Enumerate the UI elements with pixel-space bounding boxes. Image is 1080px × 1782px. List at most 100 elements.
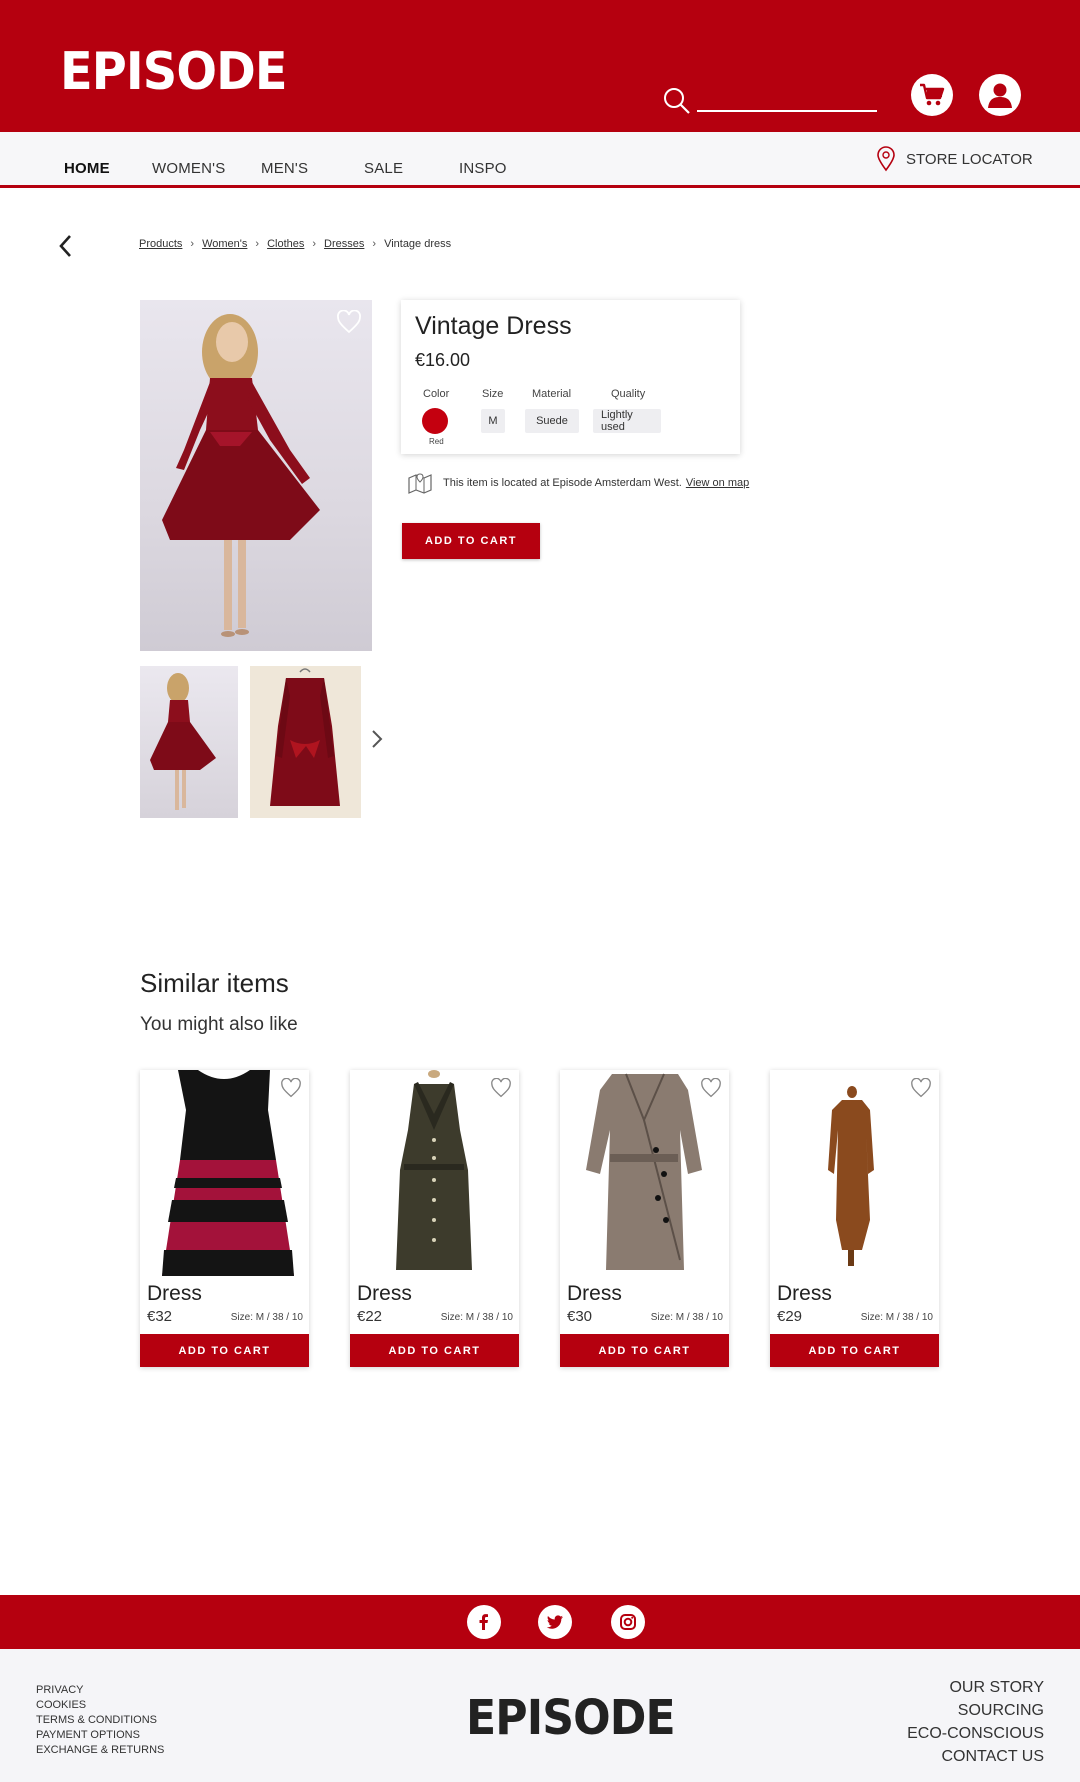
similar-item-price: €30 [567,1308,593,1325]
chevron-right-icon: › [190,238,195,250]
chevron-right-icon: › [372,238,377,250]
thumbnail-photo [270,668,340,806]
favorite-heart-icon[interactable] [280,1078,302,1098]
footer-link-privacy[interactable]: PRIVACY [36,1683,164,1698]
location-pin-icon [877,146,895,172]
breadcrumb-current: Vintage dress [384,238,452,250]
footer-legal-links: PRIVACY COOKIES TERMS & CONDITIONS PAYME… [36,1683,164,1758]
footer-link-contact[interactable]: CONTACT US [907,1745,1044,1768]
quality-label: Quality [611,388,646,400]
account-button[interactable] [979,74,1021,116]
product-main-image[interactable] [140,300,372,651]
similar-item-card[interactable]: Dress €32 Size: M / 38 / 10 ADD TO CART [140,1070,309,1367]
breadcrumb-womens[interactable]: Women's [202,238,247,250]
similar-item-name: Dress [777,1282,832,1305]
facebook-button[interactable] [467,1605,501,1639]
similar-item-card[interactable]: Dress €22 Size: M / 38 / 10 ADD TO CART [350,1070,519,1367]
nav-item-mens[interactable]: MEN'S [261,160,308,177]
favorite-heart-icon[interactable] [336,310,362,334]
footer-link-terms[interactable]: TERMS & CONDITIONS [36,1713,164,1728]
facebook-icon [479,1614,488,1630]
thumbnail-photo [150,673,216,810]
similar-item-size: Size: M / 38 / 10 [860,1312,933,1323]
similar-item-image[interactable] [140,1070,309,1276]
color-label: Color [423,388,450,400]
favorite-heart-icon[interactable] [490,1078,512,1098]
similar-item-price: €29 [777,1308,803,1325]
nav-item-womens[interactable]: WOMEN'S [152,160,225,177]
site-logo[interactable]: EPISODE [60,42,288,102]
footer-link-sourcing[interactable]: SOURCING [907,1699,1044,1722]
instagram-button[interactable] [611,1605,645,1639]
similar-add-to-cart-button[interactable]: ADD TO CART [770,1334,939,1367]
material-label: Material [532,388,572,400]
site-header: EPISODE [0,0,1080,132]
dress-photo [162,1070,294,1276]
search-input[interactable] [697,110,877,112]
search-icon[interactable] [662,86,692,116]
twitter-button[interactable] [538,1605,572,1639]
similar-item-name: Dress [147,1282,202,1305]
map-icon [408,473,432,494]
similar-item-size: Size: M / 38 / 10 [230,1312,303,1323]
add-to-cart-button[interactable]: ADD TO CART [402,523,540,559]
cart-icon [920,83,945,106]
store-locator-link[interactable]: STORE LOCATOR [876,146,1033,172]
footer-company-links: OUR STORY SOURCING ECO-CONSCIOUS CONTACT… [907,1676,1044,1768]
size-label: Size [482,388,504,400]
product-info-card: Vintage Dress €16.00 Color Size Material… [401,300,740,454]
footer-link-returns[interactable]: EXCHANGE & RETURNS [36,1743,164,1758]
instagram-icon [620,1614,636,1630]
footer-link-cookies[interactable]: COOKIES [36,1698,164,1713]
breadcrumb-clothes[interactable]: Clothes [267,238,304,250]
dress-photo [162,314,320,637]
similar-item-image[interactable] [770,1070,939,1276]
dress-photo [396,1070,472,1270]
product-thumbnail-1[interactable] [140,666,238,818]
similar-add-to-cart-button[interactable]: ADD TO CART [140,1334,309,1367]
nav-item-home[interactable]: HOME [64,160,110,177]
twitter-icon [546,1615,563,1629]
store-location-note: This item is located at Episode Amsterda… [407,472,749,494]
similar-item-image[interactable] [560,1070,729,1276]
back-arrow-icon[interactable] [56,232,76,260]
footer-link-eco-conscious[interactable]: ECO-CONSCIOUS [907,1722,1044,1745]
user-icon [988,83,1012,108]
footer-logo[interactable]: EPISODE [466,1690,676,1746]
dress-photo [828,1086,874,1266]
size-chip: M [481,409,505,433]
product-thumbnail-2[interactable] [250,666,361,818]
similar-item-card[interactable]: Dress €30 Size: M / 38 / 10 ADD TO CART [560,1070,729,1367]
footer-link-payment[interactable]: PAYMENT OPTIONS [36,1728,164,1743]
favorite-heart-icon[interactable] [910,1078,932,1098]
nav-item-inspo[interactable]: INSPO [459,160,507,177]
material-chip: Suede [525,409,579,433]
dress-photo [586,1073,702,1270]
similar-add-to-cart-button[interactable]: ADD TO CART [560,1334,729,1367]
similar-items-subheading: You might also like [140,1014,298,1035]
quality-chip: Lightly used [593,409,661,433]
similar-item-size: Size: M / 38 / 10 [650,1312,723,1323]
favorite-heart-icon[interactable] [700,1078,722,1098]
product-price: €16.00 [415,350,471,370]
product-title: Vintage Dress [415,312,572,340]
footer-link-our-story[interactable]: OUR STORY [907,1676,1044,1699]
similar-add-to-cart-button[interactable]: ADD TO CART [350,1334,519,1367]
breadcrumb-dresses[interactable]: Dresses [324,238,364,250]
similar-item-card[interactable]: Dress €29 Size: M / 38 / 10 ADD TO CART [770,1070,939,1367]
location-text: This item is located at Episode Amsterda… [443,477,682,489]
color-swatch [422,408,448,434]
similar-item-size: Size: M / 38 / 10 [440,1312,513,1323]
color-value: Red [429,437,444,446]
chevron-right-icon: › [312,238,317,250]
similar-item-image[interactable] [350,1070,519,1276]
similar-item-name: Dress [567,1282,622,1305]
store-locator-label: STORE LOCATOR [906,150,1033,168]
cart-button[interactable] [911,74,953,116]
chevron-right-icon: › [255,238,260,250]
breadcrumb: Products › Women's › Clothes › Dresses ›… [139,238,451,250]
breadcrumb-products[interactable]: Products [139,238,182,250]
nav-item-sale[interactable]: SALE [364,160,403,177]
chevron-right-icon[interactable] [370,728,384,750]
view-on-map-link[interactable]: View on map [686,477,749,489]
